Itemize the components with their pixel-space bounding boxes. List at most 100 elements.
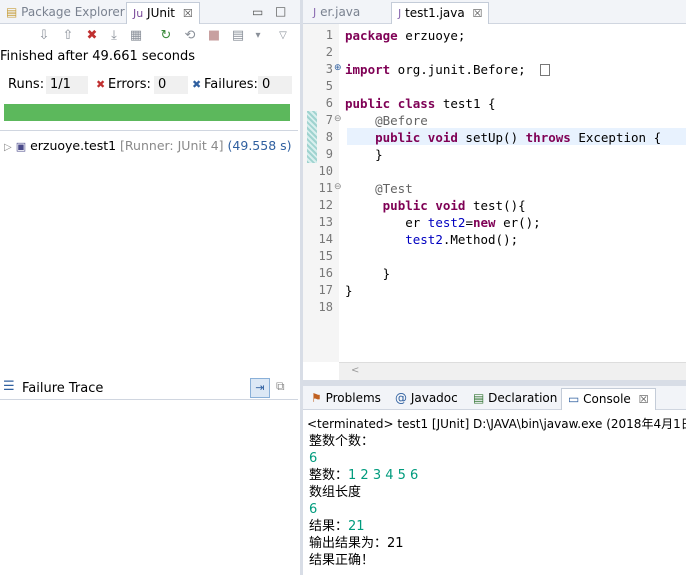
console-line: 6 (309, 450, 317, 467)
stack-trace-icon: ☰ (3, 379, 15, 394)
tab-problems[interactable]: ⚑ Problems (305, 388, 387, 410)
code-token: public (375, 130, 421, 145)
code-line[interactable]: @Before (345, 112, 428, 129)
console-line: 整数：1 2 3 4 5 6 (309, 467, 418, 484)
history-dropdown-icon[interactable]: ▾ (250, 28, 266, 44)
code-line[interactable]: public void setUp() throws Exception { (345, 129, 661, 146)
scroll-left-icon[interactable]: < (351, 365, 359, 376)
history-icon[interactable]: ▦ (128, 28, 144, 44)
test-run-history-icon[interactable]: ▤ (230, 28, 246, 44)
package-explorer-icon: ▤ (6, 5, 18, 19)
line-number: 12 (318, 198, 333, 212)
tab-declaration[interactable]: ▤ Declaration (467, 388, 563, 410)
code-token: = (465, 215, 473, 230)
view-menu-icon[interactable]: ▽ (275, 28, 291, 44)
code-line[interactable]: package erzuoye; (345, 27, 465, 44)
test-suite-icon: ▣ (15, 140, 27, 153)
close-icon[interactable]: ☒ (183, 7, 193, 20)
failures-label: Failures: (204, 77, 258, 92)
test-tree-item[interactable]: ▷ ▣ erzuoye.test1 [Runner: JUnit 4] (49.… (4, 138, 292, 154)
code-token: test(){ (465, 198, 526, 213)
rerun-test-icon[interactable]: ↻ (158, 28, 174, 44)
console-line: 结果正确！ (309, 552, 374, 569)
horizontal-scrollbar[interactable]: < (339, 362, 686, 380)
compare-results-icon[interactable]: ⧉ (276, 379, 285, 394)
fold-collapse-icon[interactable]: ⊖ (334, 182, 342, 192)
folded-block-marker[interactable] (540, 64, 550, 76)
line-number: 7 (325, 113, 333, 127)
line-number: 9 (325, 147, 333, 161)
minimize-icon[interactable]: ▭ (252, 5, 263, 19)
tab-javadoc[interactable]: @ Javadoc (389, 388, 464, 410)
line-number: 1 (325, 28, 333, 42)
java-file-icon: J (398, 7, 402, 20)
code-line[interactable]: @Test (345, 180, 413, 197)
console-text: 结果正确！ (309, 553, 375, 568)
console-text: 整数个数： (309, 434, 375, 449)
code-line[interactable]: } (345, 282, 353, 299)
fold-collapse-icon[interactable]: ⊖ (334, 114, 342, 124)
failure-trace-header: ☰ Failure Trace ⇥ ⧉ (0, 376, 298, 400)
close-icon[interactable]: ☒ (639, 393, 649, 406)
code-line[interactable]: public class test1 { (345, 95, 496, 112)
line-number: 14 (318, 232, 333, 246)
tab-er-java[interactable]: J er.java (307, 2, 366, 24)
chevron-right-icon[interactable]: ▷ (4, 142, 12, 153)
console-text: 1 2 3 4 5 6 (348, 468, 419, 483)
left-tab-bar: ▤ Package Explorer Ju JUnit ☒ ▭ □ (0, 0, 300, 24)
console-line: 数组长度 (309, 484, 361, 501)
code-line[interactable]: er test2=new er(); (345, 214, 541, 231)
code-token: void (427, 130, 458, 145)
filter-stack-trace-icon[interactable]: ⇥ (250, 378, 270, 398)
runs-value: 1/1 (46, 76, 88, 94)
console-text: 6 (309, 502, 318, 517)
show-failures-only-icon[interactable]: ✖ (84, 28, 100, 44)
scroll-lock-icon[interactable]: ⤓ (106, 28, 122, 44)
maximize-icon[interactable]: □ (275, 4, 286, 18)
line-number: 2 (325, 45, 333, 59)
code-token: @Before (375, 113, 428, 128)
rerun-failed-icon[interactable]: ⟲ (182, 28, 198, 44)
code-line[interactable]: public void test(){ (345, 197, 526, 214)
code-line[interactable]: import org.junit.Before; (345, 61, 526, 78)
console-icon: ▭ (568, 392, 580, 406)
line-number: 11 (318, 181, 333, 195)
previous-failure-icon[interactable]: ⇧ (60, 28, 76, 44)
console-text: 输出结果为：21 (309, 536, 404, 551)
divider (0, 130, 298, 131)
line-number: 6 (325, 96, 333, 110)
editor: J er.java J test1.java ☒ 1 package erzuoy… (303, 0, 686, 380)
tab-junit[interactable]: Ju JUnit ☒ (126, 2, 200, 24)
tab-console[interactable]: ▭ Console ☒ (561, 388, 656, 410)
stop-icon[interactable]: ■ (206, 28, 222, 44)
code-line[interactable]: test2.Method(); (345, 231, 518, 248)
code-token: } (345, 147, 383, 162)
console-text: 21 (348, 519, 365, 534)
junit-icon: Ju (133, 7, 144, 20)
errors-value: 0 (154, 76, 188, 94)
line-number: 3 (325, 62, 333, 76)
close-icon[interactable]: ☒ (473, 7, 483, 20)
tab-test1-java[interactable]: J test1.java ☒ (391, 2, 490, 24)
code-token: .Method(); (442, 232, 519, 247)
next-failure-icon[interactable]: ⇩ (36, 28, 52, 44)
editor-tab-bar: J er.java J test1.java ☒ (303, 0, 686, 24)
console-tab-bar: ⚑ Problems @ Javadoc ▤ Declaration ▭ Con… (303, 386, 686, 410)
code-token: } (345, 283, 353, 298)
code-token: new (472, 215, 496, 230)
progress-bar-fill (4, 104, 290, 121)
code-token: org.junit.Before; (390, 62, 526, 77)
code-token: class (397, 96, 436, 111)
code-line[interactable]: } (345, 265, 391, 282)
fold-expand-icon[interactable]: ⊕ (334, 63, 342, 73)
line-number: 15 (318, 249, 333, 263)
code-token: throws (525, 130, 571, 145)
tab-package-explorer[interactable]: ▤ Package Explorer (0, 2, 131, 24)
code-line[interactable]: } (345, 146, 383, 163)
progress-bar-track (4, 104, 290, 121)
